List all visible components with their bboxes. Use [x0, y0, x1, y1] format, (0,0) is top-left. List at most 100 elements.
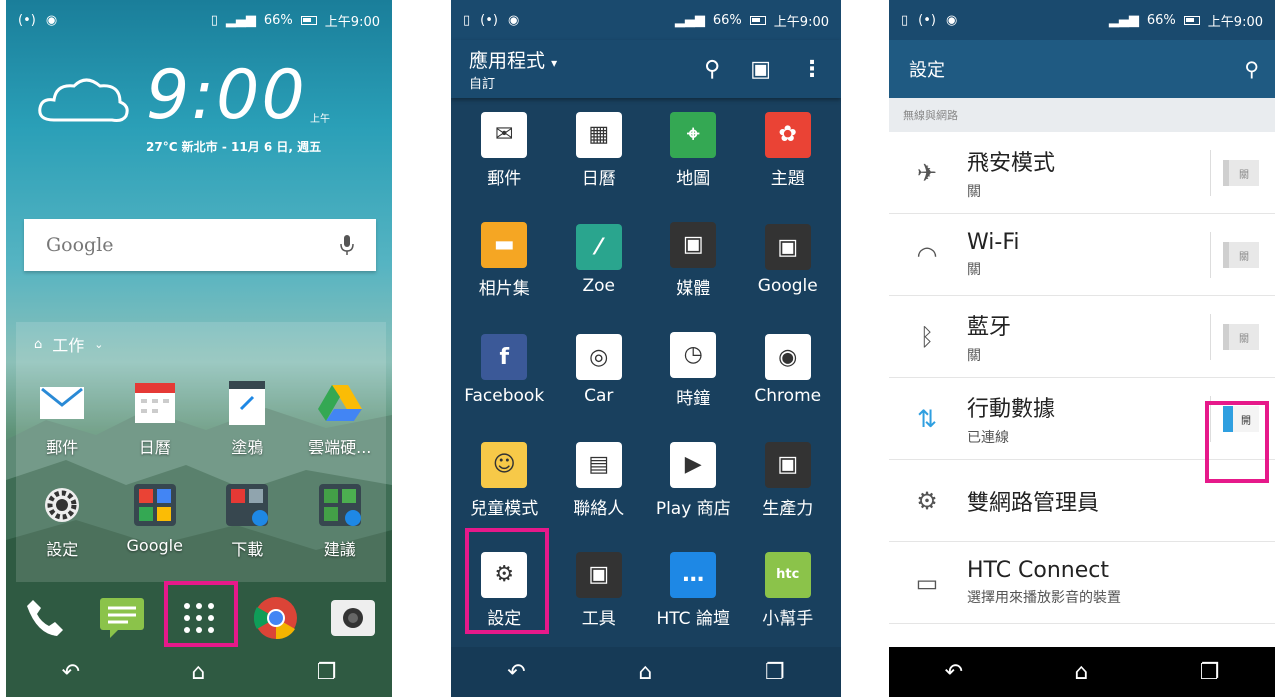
status-time: 上午9:00	[1207, 14, 1263, 30]
status-bar: ▯ (•) ◉ ▂▄▆ 66% 上午9:00	[889, 0, 1275, 40]
settings-row-wifi[interactable]: ◠ Wi-Fi 關關	[889, 214, 1275, 296]
app-label: 小幫手	[762, 608, 814, 629]
app-calendar[interactable]: 日曆	[111, 380, 199, 458]
app-label: Facebook	[464, 386, 545, 406]
navigation-bar: ↶ ⌂ ❐	[889, 647, 1275, 697]
htc-helper-icon: htc	[764, 551, 811, 598]
app-google-folder[interactable]: ▣ Google	[741, 212, 836, 308]
app-label: 塗鴉	[231, 438, 264, 457]
nfc-icon: (•)	[918, 12, 936, 28]
back-icon[interactable]: ↶	[62, 660, 80, 685]
chrome-icon[interactable]	[252, 594, 300, 642]
app-label: Zoe	[582, 276, 615, 296]
app-label: 設定	[46, 540, 79, 559]
app-mail[interactable]: ✉ 郵件	[457, 102, 552, 198]
app-tools-folder[interactable]: ▣ 工具	[552, 542, 647, 638]
app-label: 日曆	[581, 168, 616, 189]
toggle-switch[interactable]: 關	[1223, 242, 1259, 268]
weather-clock-widget[interactable]: 9:00 上午 27°C 新北市 - 11月 6 日, 週五	[6, 40, 392, 200]
settings-row-airplane[interactable]: ✈ 飛安模式關關	[889, 132, 1275, 214]
drive-icon	[317, 380, 363, 426]
tools-folder-icon: ▣	[575, 551, 622, 598]
battery-percent: 66%	[1146, 12, 1176, 28]
app-productivity-folder[interactable]: ▣ 生產力	[741, 432, 836, 528]
zoe-icon: ⁄	[575, 224, 622, 270]
back-icon[interactable]: ↶	[945, 660, 963, 685]
wifi-icon: ◠	[916, 240, 938, 269]
settings-screen: ▯ (•) ◉ ▂▄▆ 66% 上午9:00 設定 ⚲ 無線與網路 ✈ 飛安模式關關 ◠…	[889, 0, 1275, 697]
divider	[1210, 150, 1211, 196]
app-htc-forum[interactable]: … HTC 論壇	[646, 542, 741, 638]
back-icon[interactable]: ↶	[507, 660, 525, 685]
play-store-icon: ▶	[670, 441, 717, 488]
app-settings[interactable]: 設定	[18, 482, 106, 560]
divider	[1210, 314, 1211, 360]
phone-icon[interactable]	[21, 594, 69, 642]
google-folder-icon: ▣	[764, 224, 811, 270]
recent-apps-icon[interactable]: ❐	[765, 660, 785, 685]
productivity-folder-icon: ▣	[764, 441, 811, 488]
highlight-settings	[465, 528, 549, 634]
app-car[interactable]: ◎ Car	[552, 322, 647, 418]
folder-row-1: 郵件 日曆 塗鴉 雲端硬...	[16, 380, 386, 458]
app-chrome[interactable]: ◉ Chrome	[741, 322, 836, 418]
more-options-icon[interactable]: ⋮	[801, 57, 823, 82]
calendar-icon	[132, 380, 178, 426]
settings-row-title: HTC Connect	[967, 558, 1110, 583]
app-drive[interactable]: 雲端硬...	[296, 380, 384, 458]
bluetooth-icon: ᛒ	[919, 322, 935, 351]
search-icon[interactable]: ⚲	[1244, 57, 1259, 81]
app-bar: 設定 ⚲	[889, 40, 1275, 98]
google-search-bar[interactable]: Google	[24, 219, 376, 271]
app-media[interactable]: ▣ 媒體	[646, 212, 741, 308]
gear-icon	[39, 482, 85, 528]
app-maps[interactable]: ⌖ 地圖	[646, 102, 741, 198]
microphone-icon[interactable]	[340, 234, 354, 256]
toggle-switch[interactable]: 關	[1223, 160, 1259, 186]
app-drawer-title[interactable]: 應用程式 ▾ 自訂	[469, 46, 557, 92]
calendar-icon: ▦	[575, 111, 622, 158]
app-label: 時鐘	[676, 388, 711, 409]
app-contacts[interactable]: ▤ 聯絡人	[552, 432, 647, 528]
app-label: 媒體	[676, 278, 711, 299]
status-bar: (•) ◉ ▯ ▂▄▆ 66% 上午9:00	[6, 0, 392, 40]
app-clock[interactable]: ◷ 時鐘	[646, 322, 741, 418]
app-label: 主題	[770, 168, 805, 189]
home-icon[interactable]: ⌂	[191, 660, 205, 685]
settings-row-bluetooth[interactable]: ᛒ 藍牙關關	[889, 296, 1275, 378]
store-bag-icon[interactable]: ▣	[750, 57, 771, 82]
app-google-folder[interactable]: Google	[111, 482, 199, 560]
recent-apps-icon[interactable]: ❐	[317, 660, 337, 685]
app-label: 相片集	[478, 278, 530, 299]
settings-row-cast[interactable]: ▭ HTC Connect 選擇用來播放影音的裝置	[889, 542, 1275, 624]
weather-date: 27°C 新北市 - 11月 6 日, 週五	[146, 140, 322, 154]
app-download-folder[interactable]: 下載	[203, 482, 291, 560]
work-folder: ⌂ 工作 ⌄ 郵件 日曆 塗鴉 雲端硬... 設定 Google 下載 建議	[16, 322, 386, 582]
google-folder-icon	[132, 482, 178, 528]
camera-icon[interactable]	[329, 594, 377, 642]
dual-network-icon: ⚙	[916, 486, 938, 515]
app-kids-mode[interactable]: ☺ 兒童模式	[457, 432, 552, 528]
app-gallery[interactable]: ▬ 相片集	[457, 212, 552, 308]
home-icon[interactable]: ⌂	[1074, 660, 1088, 685]
app-zoe[interactable]: ⁄ Zoe	[552, 212, 647, 308]
notes-icon	[224, 380, 270, 426]
app-calendar[interactable]: ▦ 日曆	[552, 102, 647, 198]
app-notes[interactable]: 塗鴉	[203, 380, 291, 458]
app-themes[interactable]: ✿ 主題	[741, 102, 836, 198]
app-suggestion-folder[interactable]: 建議	[296, 482, 384, 560]
app-facebook[interactable]: f Facebook	[457, 322, 552, 418]
app-htc-helper[interactable]: htc 小幫手	[741, 542, 836, 638]
home-icon[interactable]: ⌂	[638, 660, 652, 685]
app-play-store[interactable]: ▶ Play 商店	[646, 432, 741, 528]
mail-icon	[39, 380, 85, 426]
app-label: Google	[126, 536, 183, 555]
toggle-switch[interactable]: 關	[1223, 324, 1259, 350]
folder-title[interactable]: ⌂ 工作 ⌄	[34, 332, 104, 356]
recent-apps-icon[interactable]: ❐	[1200, 660, 1220, 685]
app-label: 下載	[231, 540, 264, 559]
search-icon[interactable]: ⚲	[704, 57, 720, 82]
signal-icon: ▂▄▆	[1108, 12, 1139, 28]
app-mail[interactable]: 郵件	[18, 380, 106, 458]
messages-icon[interactable]	[98, 594, 146, 642]
